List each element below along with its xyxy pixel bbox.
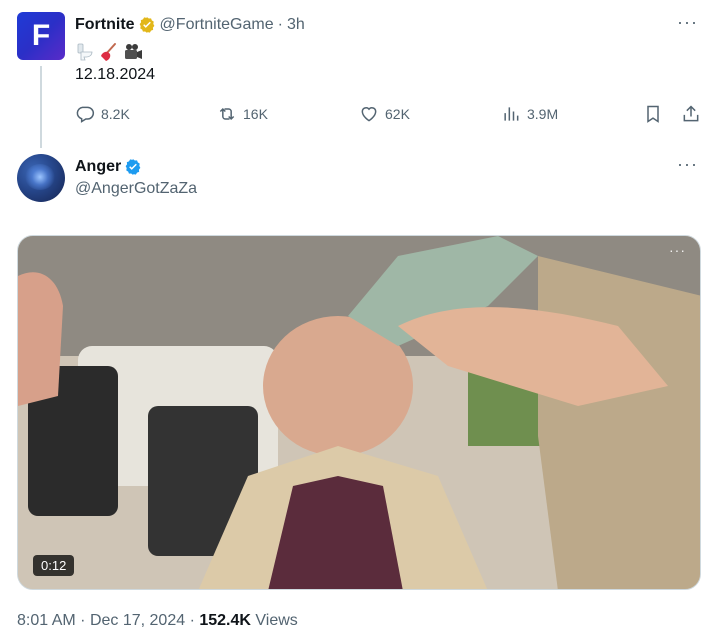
post-time[interactable]: 8:01 AM — [17, 612, 76, 629]
plunger-emoji-icon — [101, 43, 116, 61]
video-frame — [18, 236, 700, 589]
separator: · — [189, 612, 195, 629]
reply-icon — [76, 106, 95, 123]
tweet-header: Fortnite @FortniteGame · 3h — [75, 14, 305, 36]
user-handle[interactable]: @AngerGotZaZa — [75, 180, 197, 198]
heart-icon — [361, 107, 377, 122]
user-handle[interactable]: @FortniteGame — [160, 16, 274, 34]
avatar[interactable]: F — [17, 12, 65, 60]
toilet-emoji-icon — [77, 43, 93, 61]
movie-camera-emoji-icon — [125, 44, 142, 59]
views-button[interactable]: 3.9M — [501, 104, 558, 124]
avatar-letter: F — [31, 19, 51, 52]
tweet-header: Anger — [75, 156, 142, 178]
bookmark-icon[interactable] — [643, 104, 663, 124]
reply-count: 8.2K — [101, 106, 130, 122]
avatar[interactable] — [17, 154, 65, 202]
display-name[interactable]: Anger — [75, 158, 121, 176]
video-more-options-icon[interactable]: ··· — [669, 242, 686, 258]
separator: · — [277, 16, 283, 33]
tweet-footer: 8:01 AM · Dec 17, 2024 · 152.4K Views — [17, 612, 298, 630]
analytics-icon — [504, 107, 519, 121]
emoji-row — [75, 42, 143, 62]
more-options-icon[interactable]: ··· — [677, 12, 698, 33]
thread-connector-line — [40, 66, 42, 148]
like-count: 62K — [385, 106, 410, 122]
like-button[interactable]: 62K — [359, 104, 410, 124]
avatar-image — [25, 164, 55, 190]
video-duration: 0:12 — [33, 555, 75, 576]
retweet-button[interactable]: 16K — [217, 104, 268, 124]
views-label: Views — [255, 612, 298, 629]
video-player[interactable]: ··· 0:12 — [17, 235, 701, 590]
timestamp[interactable]: 3h — [287, 16, 305, 34]
post-date[interactable]: Dec 17, 2024 — [90, 612, 185, 629]
display-name[interactable]: Fortnite — [75, 16, 135, 34]
tweet-actions: 8.2K 16K 62K 3.9M — [75, 104, 705, 126]
retweet-icon — [219, 107, 235, 121]
share-icon[interactable] — [681, 104, 701, 124]
views-count: 3.9M — [527, 106, 559, 122]
tweet-text: 12.18.2024 — [75, 66, 156, 83]
retweet-count: 16K — [243, 106, 268, 122]
separator: · — [80, 612, 86, 629]
more-options-icon[interactable]: ··· — [677, 154, 698, 175]
views-count: 152.4K — [199, 612, 251, 629]
blue-check-badge-icon — [125, 159, 141, 175]
reply-button[interactable]: 8.2K — [75, 104, 130, 124]
gold-check-badge-icon — [139, 17, 154, 33]
